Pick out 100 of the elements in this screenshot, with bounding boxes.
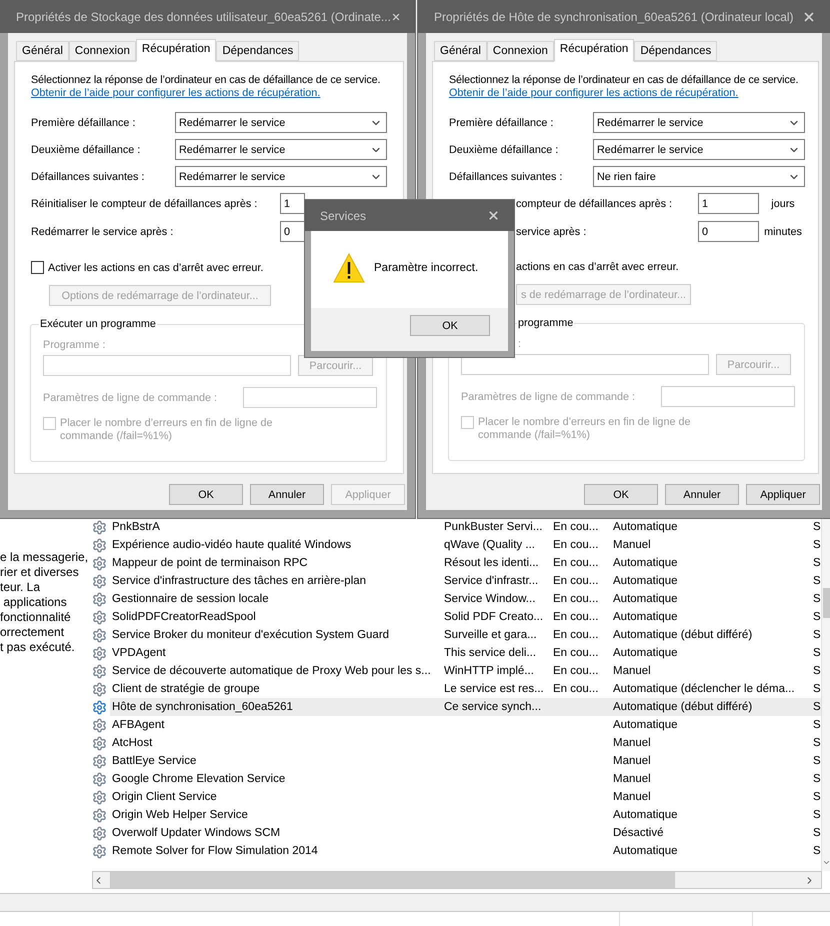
table-cell-text: PnkBstrA <box>111 521 161 533</box>
table-row[interactable]: Expérience audio-vidéo haute qualité Windows qWave (Quality ... En cou... Manuel S <box>110 536 821 554</box>
table-row[interactable]: Mappeur de point de terminaison RPC Résout les identi... En cou... Automatique S <box>110 554 821 572</box>
table-row[interactable]: Service de découverte automatique de Proxy Web pour les s... WinHTTP implé... En cou... Manuel S <box>110 662 821 680</box>
help-link[interactable]: Obtenir de l’aide pour configurer les actions de récupération. <box>31 87 387 100</box>
table-cell-text: En cou... <box>552 647 600 659</box>
gear-icon <box>92 646 107 660</box>
dialog-button[interactable]: Annuler <box>250 484 324 505</box>
table-row[interactable]: AFBAgent Automatique S <box>110 716 821 734</box>
field-label: Réinitialiser le compteur de défaillances après : <box>31 198 258 210</box>
table-cell-text: Automatique (début différé) <box>612 629 754 641</box>
tab[interactable]: Général <box>434 41 487 61</box>
table-row[interactable]: Google Chrome Elevation Service Manuel S <box>110 770 821 788</box>
checkbox-label: Placer le nombre d’erreurs en fin de ligne de commande (/fail=%1%) <box>478 416 690 442</box>
table-row[interactable]: Service Broker du moniteur d'exécution System Guard Surveille et gara... En cou... Automatique (début différé) S <box>110 626 821 644</box>
table-cell-text: Origin Client Service <box>111 791 218 803</box>
tab[interactable]: Général <box>16 41 69 61</box>
scrollbar-thumb[interactable] <box>822 588 830 618</box>
service-description: e la messagerie, rier et diverses teur. La applications fonctionnalité orrectement t pas exécuté. <box>0 550 88 655</box>
tab[interactable]: Récupération <box>136 39 216 62</box>
checkbox[interactable] <box>31 261 44 274</box>
dropdown[interactable]: Redémarrer le service <box>593 112 805 133</box>
table-cell-text: BattlEye Service <box>111 755 198 767</box>
table-row[interactable]: BattlEye Service Manuel S <box>110 752 821 770</box>
table-cell-text: Automatique <box>612 647 679 659</box>
dropdown[interactable]: Redémarrer le service <box>175 166 387 187</box>
table-cell-text: Service Broker du moniteur d'exécution System Guard <box>111 629 390 641</box>
dropdown[interactable]: Redémarrer le service <box>593 139 805 160</box>
gear-icon <box>92 520 107 534</box>
table-cell-text: Automatique <box>612 557 679 569</box>
dialog-button[interactable]: Annuler <box>665 484 739 505</box>
field-label: : <box>518 338 522 350</box>
table-cell-text: S <box>812 845 821 857</box>
dropdown[interactable]: Ne rien faire <box>593 166 805 187</box>
horizontal-scrollbar[interactable] <box>92 871 822 889</box>
help-link[interactable]: Obtenir de l’aide pour configurer les actions de récupération. <box>449 87 802 100</box>
checkbox-label: Placer le nombre d’erreurs en fin de ligne de commande (/fail=%1%) <box>60 417 272 443</box>
table-row[interactable]: Gestionnaire de session locale Service Window... En cou... Automatique S <box>110 590 821 608</box>
table-cell-text: S <box>812 629 821 641</box>
table-cell-text: S <box>812 827 821 839</box>
table-cell-text: S <box>812 773 821 785</box>
table-row[interactable]: VPDAgent This service deli... En cou... Automatique S <box>110 644 821 662</box>
window-title: Propriétés de Hôte de synchronisation_60ea5261 (Ordinateur local) <box>434 10 794 24</box>
number-field[interactable]: 1 <box>698 193 759 214</box>
table-cell-text: S <box>812 719 821 731</box>
field-label: Première défaillance : <box>449 116 554 128</box>
table-cell-text: S <box>812 647 821 659</box>
table-cell-text: Manuel <box>612 791 652 803</box>
gear-icon <box>92 718 107 732</box>
dialog-button[interactable]: OK <box>584 484 658 505</box>
table-cell-text: Origin Web Helper Service <box>111 809 249 821</box>
checkbox-label: Activer les actions en cas d’arrêt avec erreur. <box>48 262 264 274</box>
table-cell-text: Solid PDF Creato... <box>443 611 544 623</box>
table-cell-text: S <box>812 809 821 821</box>
chevron-down-icon[interactable] <box>822 858 830 867</box>
dropdown[interactable]: Redémarrer le service <box>175 139 387 160</box>
ok-button[interactable]: OK <box>410 315 490 336</box>
tab[interactable]: Connexion <box>486 41 554 61</box>
table-row[interactable]: SolidPDFCreatorReadSpool Solid PDF Creato... En cou... Automatique S <box>110 608 821 626</box>
table-cell-text: Service d'infrastr... <box>443 575 540 587</box>
gear-icon <box>92 682 107 696</box>
table-row[interactable]: PnkBstrA PunkBuster Servi... En cou... Automatique S <box>110 518 821 536</box>
group-title: programme <box>517 317 574 329</box>
close-icon[interactable] <box>487 209 500 222</box>
table-cell-text: Remote Solver for Flow Simulation 2014 <box>111 845 319 857</box>
table-cell-text: Google Chrome Elevation Service <box>111 773 286 785</box>
table-cell-text: Automatique (début différé) <box>612 701 754 713</box>
table-row[interactable]: Service d'infrastructure des tâches en arrière-plan Service d'infrastr... En cou... Automatique S <box>110 572 821 590</box>
table-row[interactable]: Overwolf Updater Windows SCM Désactivé S <box>110 824 821 842</box>
number-field[interactable]: 0 <box>698 221 759 242</box>
table-cell-text: Ce service synch... <box>443 701 542 713</box>
dropdown[interactable]: Redémarrer le service <box>175 112 387 133</box>
scrollbar-thumb[interactable] <box>110 872 675 888</box>
table-row[interactable]: Client de stratégie de groupe Le service est res... En cou... Automatique (déclencher le déma... S <box>110 680 821 698</box>
dialog-button[interactable]: OK <box>169 484 243 505</box>
field-label: compteur de défaillances après : <box>516 198 674 210</box>
gear-icon <box>92 754 107 768</box>
table-cell-text: S <box>812 701 821 713</box>
tab[interactable]: Dépendances <box>634 41 718 61</box>
table-row[interactable]: Origin Client Service Manuel S <box>110 788 821 806</box>
table-cell-text: Automatique <box>612 521 679 533</box>
number-field[interactable]: 0 <box>280 221 305 242</box>
table-row[interactable]: AtcHost Manuel S <box>110 734 821 752</box>
table-row[interactable]: Hôte de synchronisation_60ea5261 Ce service synch... Automatique (début différé) S <box>110 698 821 716</box>
intro-text: Sélectionnez la réponse de l’ordinateur en cas de défaillance de ce service. <box>449 74 798 87</box>
table-cell-text: Automatique <box>612 611 679 623</box>
table-row[interactable]: Remote Solver for Flow Simulation 2014 Automatique S <box>110 842 821 860</box>
dialog-button[interactable]: Appliquer <box>746 484 820 505</box>
intro-text: Sélectionnez la réponse de l’ordinateur en cas de défaillance de ce service. <box>31 74 380 87</box>
table-cell-text: Mappeur de point de terminaison RPC <box>111 557 309 569</box>
close-icon[interactable] <box>802 10 816 24</box>
tab[interactable]: Récupération <box>554 39 634 62</box>
window-title: Propriétés de Stockage des données utilisateur_60ea5261 (Ordinate... <box>16 10 391 24</box>
gear-icon <box>92 556 107 570</box>
tab[interactable]: Connexion <box>68 41 136 61</box>
table-row[interactable]: Origin Web Helper Service Automatique S <box>110 806 821 824</box>
tab[interactable]: Dépendances <box>216 41 300 61</box>
vertical-scrollbar[interactable] <box>820 518 830 871</box>
number-field[interactable]: 1 <box>280 193 305 214</box>
table-cell-text: En cou... <box>552 575 600 587</box>
